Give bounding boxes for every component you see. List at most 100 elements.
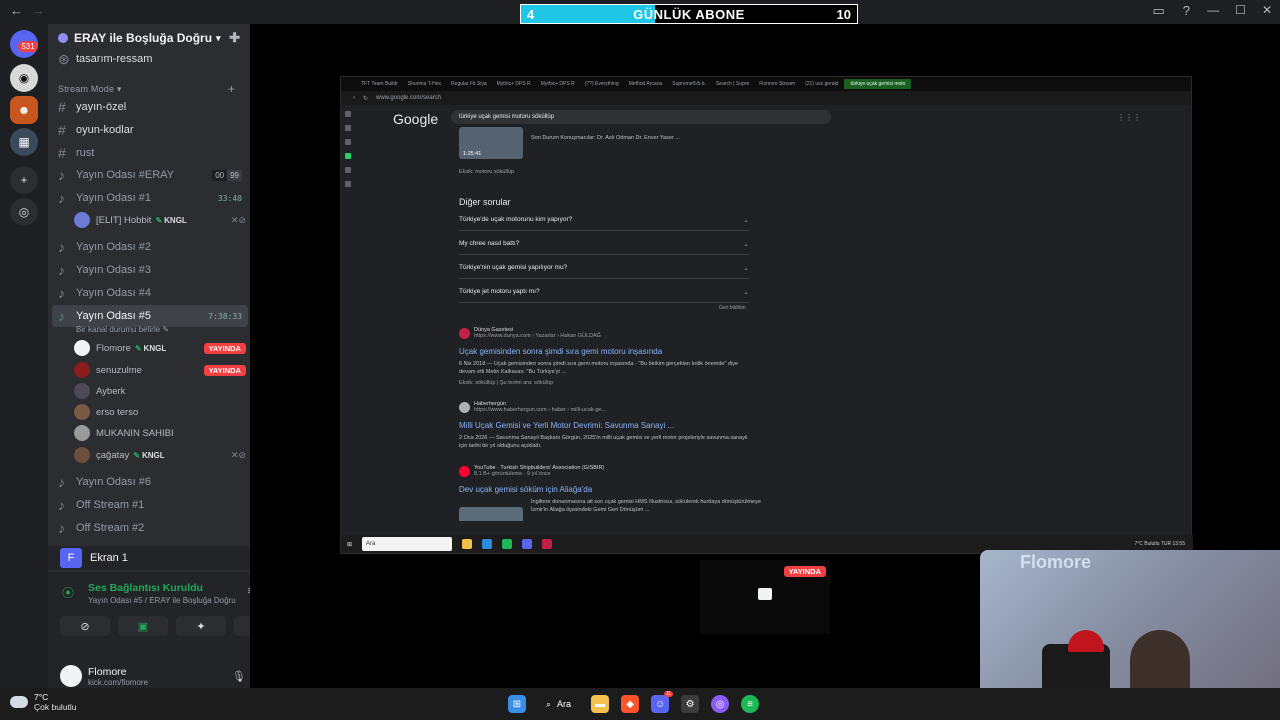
back-arrow-icon[interactable]: ← — [10, 3, 23, 18]
channel-tasarim-ressam[interactable]: ⊛ tasarım-ressam — [52, 48, 248, 70]
stream-preview-tile[interactable]: YAYINDA — [700, 560, 830, 634]
voice-channel-off-1[interactable]: ♪ Off Stream #1 — [52, 494, 248, 516]
voice-user[interactable]: [ELIT] Hobbit KNGL ✕⊘ — [74, 210, 246, 230]
voice-user-name: MUKANIN SAHIBI — [96, 427, 174, 439]
maximize-button[interactable]: ☐ — [1235, 3, 1246, 17]
minimize-button[interactable]: — — [1207, 3, 1219, 17]
category-stream-mode[interactable]: Stream Mode ▾ + — [58, 82, 235, 96]
paa-item[interactable]: My chree nasıl battı? ⌄ — [459, 233, 749, 255]
brave-browser-icon[interactable]: ◆ — [621, 695, 640, 713]
voice-channel-6[interactable]: ♪ Yayın Odası #6 — [52, 471, 248, 493]
forward-arrow-icon[interactable]: → — [32, 3, 45, 18]
obs-icon[interactable]: ◎ — [711, 695, 730, 713]
windows-start-icon[interactable]: ⊞ — [347, 541, 352, 548]
result-title-link[interactable]: Milli Uçak Gemisi ve Yerli Motor Devrimi… — [459, 421, 674, 430]
server-name: ERAY ile Boşluğa Doğru — [74, 31, 213, 45]
screen-share-button[interactable]: ▣ — [118, 616, 168, 636]
voice-status-title[interactable]: Ses Bağlantısı Kuruldu — [88, 582, 203, 594]
browser-tab[interactable]: Shurima T-Hex — [404, 81, 445, 87]
browser-tab[interactable]: Supreme®/b.b. — [668, 81, 710, 87]
browser-tab[interactable]: Flomore Stream — [755, 81, 799, 87]
search-input[interactable]: türkiye uçak gemisi motoru söküllüp — [451, 110, 831, 124]
result-source[interactable]: YouTube · Turkish Shipbuilders' Associat… — [459, 465, 604, 477]
whatsapp-icon[interactable] — [345, 153, 351, 159]
browser-tab[interactable]: (21) uss gerald — [801, 81, 842, 87]
result-source[interactable]: Haberhergün https://www.haberhergun.com … — [459, 401, 606, 413]
weather-widget[interactable]: 7°C Çok bulutlu — [10, 692, 77, 712]
voice-channel-5[interactable]: ♪ Yayın Odası #5 7:38:33 — [52, 305, 248, 327]
browser-tab[interactable]: Mythic+ DPS R — [537, 81, 579, 87]
voice-channel-2[interactable]: ♪ Yayın Odası #2 — [52, 236, 248, 258]
browser-tab[interactable]: (??) Everything — [581, 81, 623, 87]
browser-tab[interactable]: TFT Team Buildr — [357, 81, 402, 87]
spotify-icon[interactable] — [502, 539, 513, 549]
camera-off-button[interactable]: ⊘ — [60, 616, 110, 636]
video-thumbnail[interactable] — [459, 507, 523, 521]
activities-button[interactable]: ✦ — [176, 616, 226, 636]
address-bar[interactable]: ‹ ↻ www.google.com/search — [341, 91, 1191, 105]
voice-user[interactable]: Ayberk — [74, 381, 246, 401]
voice-user[interactable]: çağatay KNGL ✕⊘ — [74, 445, 246, 465]
voice-channel-3[interactable]: ♪ Yayın Odası #3 — [52, 259, 248, 281]
browser-tab[interactable]: Regular Fit Siya — [447, 81, 491, 87]
add-channel-icon[interactable]: + — [228, 82, 235, 96]
voice-channel-1[interactable]: ♪ Yayın Odası #1 33:40 — [52, 187, 248, 209]
browser-tab[interactable]: Mythic+ DPS R — [493, 81, 535, 87]
voice-channel-eray[interactable]: ♪ Yayın Odası #ERAY 00 99 — [52, 164, 248, 186]
help-icon[interactable]: ? — [1183, 3, 1190, 19]
result-title-link[interactable]: Dev uçak gemisi söküm için Aliağa'da — [459, 485, 592, 494]
taskbar-search[interactable]: Ara — [362, 537, 453, 551]
file-explorer-icon[interactable]: ▬ — [591, 695, 610, 713]
folder-icon[interactable] — [462, 539, 473, 549]
apps-grid-icon[interactable]: ⋮⋮⋮ — [1117, 113, 1141, 122]
invite-icon[interactable]: ✚ — [229, 30, 240, 46]
app-icon[interactable] — [542, 539, 553, 549]
channel-status[interactable]: Bir kanal durumu belirle ✎ — [76, 325, 169, 334]
add-server-icon[interactable]: + — [10, 166, 38, 194]
close-button[interactable]: ✕ — [1262, 3, 1272, 17]
discord-icon[interactable]: ☺ 11 — [651, 691, 674, 713]
google-logo[interactable]: Google — [393, 111, 438, 127]
microphone-icon[interactable]: 🎙︎ — [232, 670, 246, 683]
voice-user[interactable]: Flomore KNGL YAYINDA — [74, 338, 246, 358]
channel-yayin-ozel[interactable]: # yayın-özel — [52, 96, 248, 118]
voice-user[interactable]: erso terso — [74, 402, 246, 422]
result-source[interactable]: Dünya Gazetesi https://www.dunya.com › Y… — [459, 327, 601, 339]
voice-channel-off-2[interactable]: ♪ Off Stream #2 — [52, 517, 248, 539]
discord-icon[interactable] — [522, 539, 533, 549]
sidebar-app-icon[interactable] — [345, 111, 351, 117]
paa-item[interactable]: Türkiye'nin uçak gemisi yapılıyor mu? ⌄ — [459, 257, 749, 279]
sidebar-app-icon[interactable] — [345, 181, 351, 187]
paa-item[interactable]: Türkiye'de uçak motorunu kim yapıyor? ⌄ — [459, 209, 749, 231]
inbox-icon[interactable]: ▭ — [1152, 3, 1164, 19]
voice-user[interactable]: MUKANIN SAHIBI — [74, 423, 246, 443]
server-icon-2[interactable]: ☻ — [10, 96, 38, 124]
speaker-icon: ♪ — [58, 285, 65, 301]
channel-rust[interactable]: # rust — [52, 142, 248, 164]
back-icon[interactable]: ‹ — [353, 95, 355, 101]
paa-item[interactable]: Türkiye jet motoru yaptı mı? ⌄ — [459, 281, 749, 303]
spotify-icon[interactable]: ≡ — [741, 695, 760, 713]
server-folder-icon[interactable]: ▦ — [10, 128, 38, 156]
sidebar-app-icon[interactable] — [345, 125, 351, 131]
sidebar-app-icon[interactable] — [345, 167, 351, 173]
feedback-link[interactable]: Geri bildirim — [719, 305, 746, 311]
sidebar-app-icon[interactable] — [345, 139, 351, 145]
voice-channel-4[interactable]: ♪ Yayın Odası #4 — [52, 282, 248, 304]
server-icon-1[interactable]: ◉ — [10, 64, 38, 92]
steam-icon[interactable]: ⚙ — [681, 695, 700, 713]
browser-tab[interactable]: Method Arcana — [625, 81, 667, 87]
avatar[interactable] — [60, 665, 82, 687]
soundboard-button[interactable]: ♫ — [234, 616, 250, 636]
channel-oyun-kodlar[interactable]: # oyun-kodlar — [52, 119, 248, 141]
voice-user[interactable]: senuzulme YAYINDA — [74, 360, 246, 380]
voice-status-subtitle[interactable]: Yayın Odası #5 / ERAY ile Boşluğa Doğru — [88, 596, 236, 605]
explore-icon[interactable]: ◎ — [10, 198, 38, 226]
browser-tab-active[interactable]: türkiye uçak gemisi moto — [844, 79, 912, 89]
edge-icon[interactable] — [482, 539, 493, 549]
taskbar-search[interactable]: ⌕ Ara — [538, 694, 579, 714]
result-title-link[interactable]: Uçak gemisinden sonra şimdi sıra gemi mo… — [459, 347, 662, 356]
windows-start-icon[interactable]: ⊞ — [508, 695, 526, 713]
browser-tab[interactable]: Search | Supre — [712, 81, 753, 87]
reload-icon[interactable]: ↻ — [363, 95, 368, 102]
